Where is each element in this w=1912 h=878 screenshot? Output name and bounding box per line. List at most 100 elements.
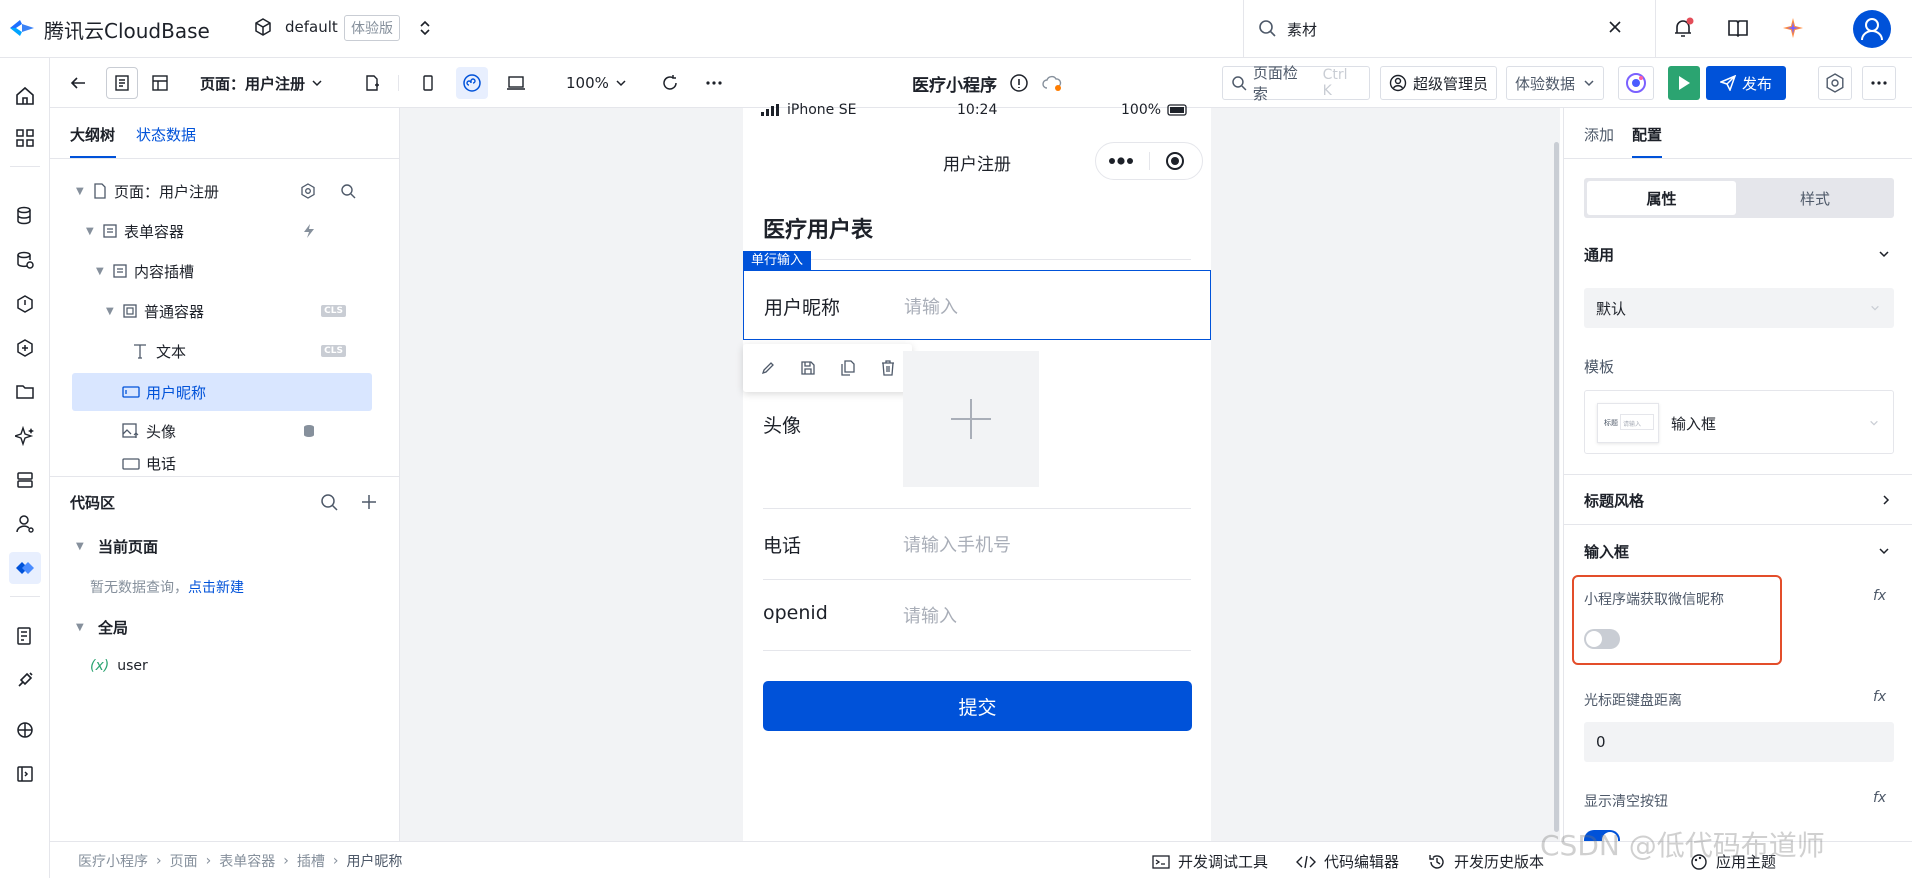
- layout-icon[interactable]: [144, 67, 176, 99]
- caret-down-icon[interactable]: ▼: [76, 186, 88, 197]
- fx-icon[interactable]: fx: [1873, 588, 1886, 604]
- cloudbase-logo-icon[interactable]: [8, 16, 36, 40]
- mobile-view-icon[interactable]: [412, 67, 444, 99]
- breadcrumb-item[interactable]: 插槽: [297, 851, 325, 871]
- nickname-input[interactable]: 请输入: [904, 293, 958, 319]
- env-name[interactable]: default: [285, 18, 338, 36]
- tab-outline-tree[interactable]: 大纲树: [70, 124, 115, 145]
- dev-tools-button[interactable]: 开发调试工具: [1152, 851, 1268, 872]
- data-mode-selector[interactable]: 体验数据: [1506, 66, 1605, 100]
- history-button[interactable]: 开发历史版本: [1428, 851, 1544, 872]
- database-icon[interactable]: [9, 200, 41, 232]
- current-page-group[interactable]: ▼ 当前页面: [76, 536, 158, 557]
- user-management-icon[interactable]: [9, 508, 41, 540]
- section-title-style[interactable]: 标题风格: [1584, 490, 1644, 511]
- tree-node-container[interactable]: ▼ 普通容器 CLS: [72, 293, 372, 329]
- env-switch-icon[interactable]: [418, 19, 432, 37]
- lowcode-editor-icon[interactable]: [9, 552, 41, 584]
- ai-assistant-icon[interactable]: [1618, 66, 1654, 100]
- apps-grid-icon[interactable]: [9, 122, 41, 154]
- avatar[interactable]: [1853, 10, 1891, 48]
- folder-icon[interactable]: [9, 376, 41, 408]
- extension-icon[interactable]: [9, 714, 41, 746]
- desktop-view-icon[interactable]: [500, 67, 532, 99]
- section-general[interactable]: 通用: [1584, 244, 1614, 265]
- close-icon[interactable]: [1607, 19, 1623, 35]
- segment-styles[interactable]: 样式: [1739, 181, 1891, 215]
- field-nickname[interactable]: 用户昵称 请输入: [743, 270, 1211, 340]
- search-icon[interactable]: [320, 493, 338, 511]
- chevron-down-icon: [616, 80, 626, 87]
- canvas-scrollbar[interactable]: [1554, 142, 1559, 832]
- fx-icon[interactable]: fx: [1873, 790, 1886, 806]
- breadcrumb-item[interactable]: 表单容器: [219, 851, 275, 871]
- publish-button[interactable]: 发布: [1706, 66, 1787, 100]
- ai-star-icon[interactable]: [1782, 17, 1804, 39]
- global-search-input[interactable]: 素材: [1287, 19, 1317, 40]
- more-icon[interactable]: [698, 67, 730, 99]
- openid-input[interactable]: 请输入: [903, 602, 957, 628]
- wechat-nickname-toggle[interactable]: [1584, 629, 1620, 649]
- fx-icon[interactable]: fx: [1873, 689, 1886, 705]
- segment-properties[interactable]: 属性: [1587, 181, 1736, 215]
- add-icon[interactable]: [360, 493, 378, 511]
- app-title: 医疗小程序: [912, 75, 997, 96]
- caret-down-icon[interactable]: ▼: [86, 226, 98, 237]
- breadcrumb-item[interactable]: 用户昵称: [346, 851, 402, 871]
- role-selector[interactable]: 超级管理员: [1380, 66, 1498, 100]
- tree-node-form-container[interactable]: ▼ 表单容器: [72, 213, 372, 249]
- tab-config[interactable]: 配置: [1632, 124, 1662, 145]
- tree-node-phone[interactable]: 电话: [122, 453, 382, 473]
- capsule-menu[interactable]: [1095, 142, 1203, 180]
- run-button[interactable]: [1668, 66, 1700, 100]
- breadcrumb-item[interactable]: 页面: [170, 851, 198, 871]
- collapse-sidebar-icon[interactable]: [9, 758, 41, 790]
- code-editor-button[interactable]: 代码编辑器: [1296, 851, 1399, 872]
- page-icon: [94, 183, 106, 199]
- more-menu-icon[interactable]: [1862, 66, 1896, 100]
- tree-node-content-slot[interactable]: ▼ 内容插槽: [72, 253, 372, 289]
- workflow-icon[interactable]: [9, 332, 41, 364]
- ai-sparkle-icon[interactable]: [9, 420, 41, 452]
- tab-add[interactable]: 添加: [1584, 124, 1614, 145]
- miniprogram-view-icon[interactable]: [456, 67, 488, 99]
- back-arrow-icon[interactable]: [62, 67, 94, 99]
- data-model-icon[interactable]: [9, 244, 41, 276]
- search-icon: [1258, 19, 1276, 37]
- user-circle-icon: [1389, 74, 1407, 92]
- section-input-box[interactable]: 输入框: [1584, 541, 1629, 562]
- avatar-upload[interactable]: [903, 351, 1039, 487]
- global-var-user[interactable]: (x) user: [90, 658, 148, 674]
- zoom-selector[interactable]: 100%: [566, 67, 627, 99]
- tree-node-text[interactable]: 文本 CLS: [72, 333, 372, 369]
- submit-button[interactable]: 提交: [763, 681, 1192, 731]
- settings-icon[interactable]: [1818, 66, 1852, 100]
- logs-icon[interactable]: [9, 620, 41, 652]
- page-search[interactable]: 页面检索 Ctrl K: [1222, 64, 1370, 103]
- breadcrumb-item[interactable]: 医疗小程序: [78, 851, 148, 871]
- global-group[interactable]: ▼ 全局: [76, 617, 128, 638]
- design-canvas[interactable]: iPhone SE 10:24 100% 用户注册 医疗用户表 单行输入 用户昵…: [400, 102, 1560, 841]
- refresh-icon[interactable]: [654, 67, 686, 99]
- bell-icon[interactable]: [1672, 17, 1694, 39]
- template-select[interactable]: 标题 请输入 输入框: [1584, 390, 1894, 454]
- storage-icon[interactable]: [9, 464, 41, 496]
- caret-down-icon[interactable]: ▼: [106, 306, 118, 317]
- add-page-icon[interactable]: [356, 67, 388, 99]
- api-icon[interactable]: [9, 288, 41, 320]
- app-logo-text[interactable]: 腾讯云CloudBase: [44, 15, 210, 44]
- tree-node-page[interactable]: ▼ 页面：用户注册: [72, 173, 372, 209]
- plugin-icon[interactable]: [9, 664, 41, 696]
- tree-node-avatar[interactable]: 头像: [72, 413, 372, 449]
- general-select[interactable]: 默认: [1584, 288, 1894, 328]
- cursor-distance-input[interactable]: 0: [1584, 722, 1894, 762]
- page-list-icon[interactable]: [106, 67, 138, 99]
- phone-input[interactable]: 请输入手机号: [903, 531, 1011, 557]
- tree-node-nickname[interactable]: 用户昵称: [72, 373, 372, 411]
- caret-down-icon[interactable]: ▼: [96, 266, 108, 277]
- create-query-link[interactable]: 点击新建: [188, 580, 244, 596]
- page-selector[interactable]: 页面：用户注册: [200, 67, 323, 99]
- home-icon[interactable]: [9, 80, 41, 112]
- book-icon[interactable]: [1727, 18, 1749, 38]
- tab-state-data[interactable]: 状态数据: [136, 124, 196, 145]
